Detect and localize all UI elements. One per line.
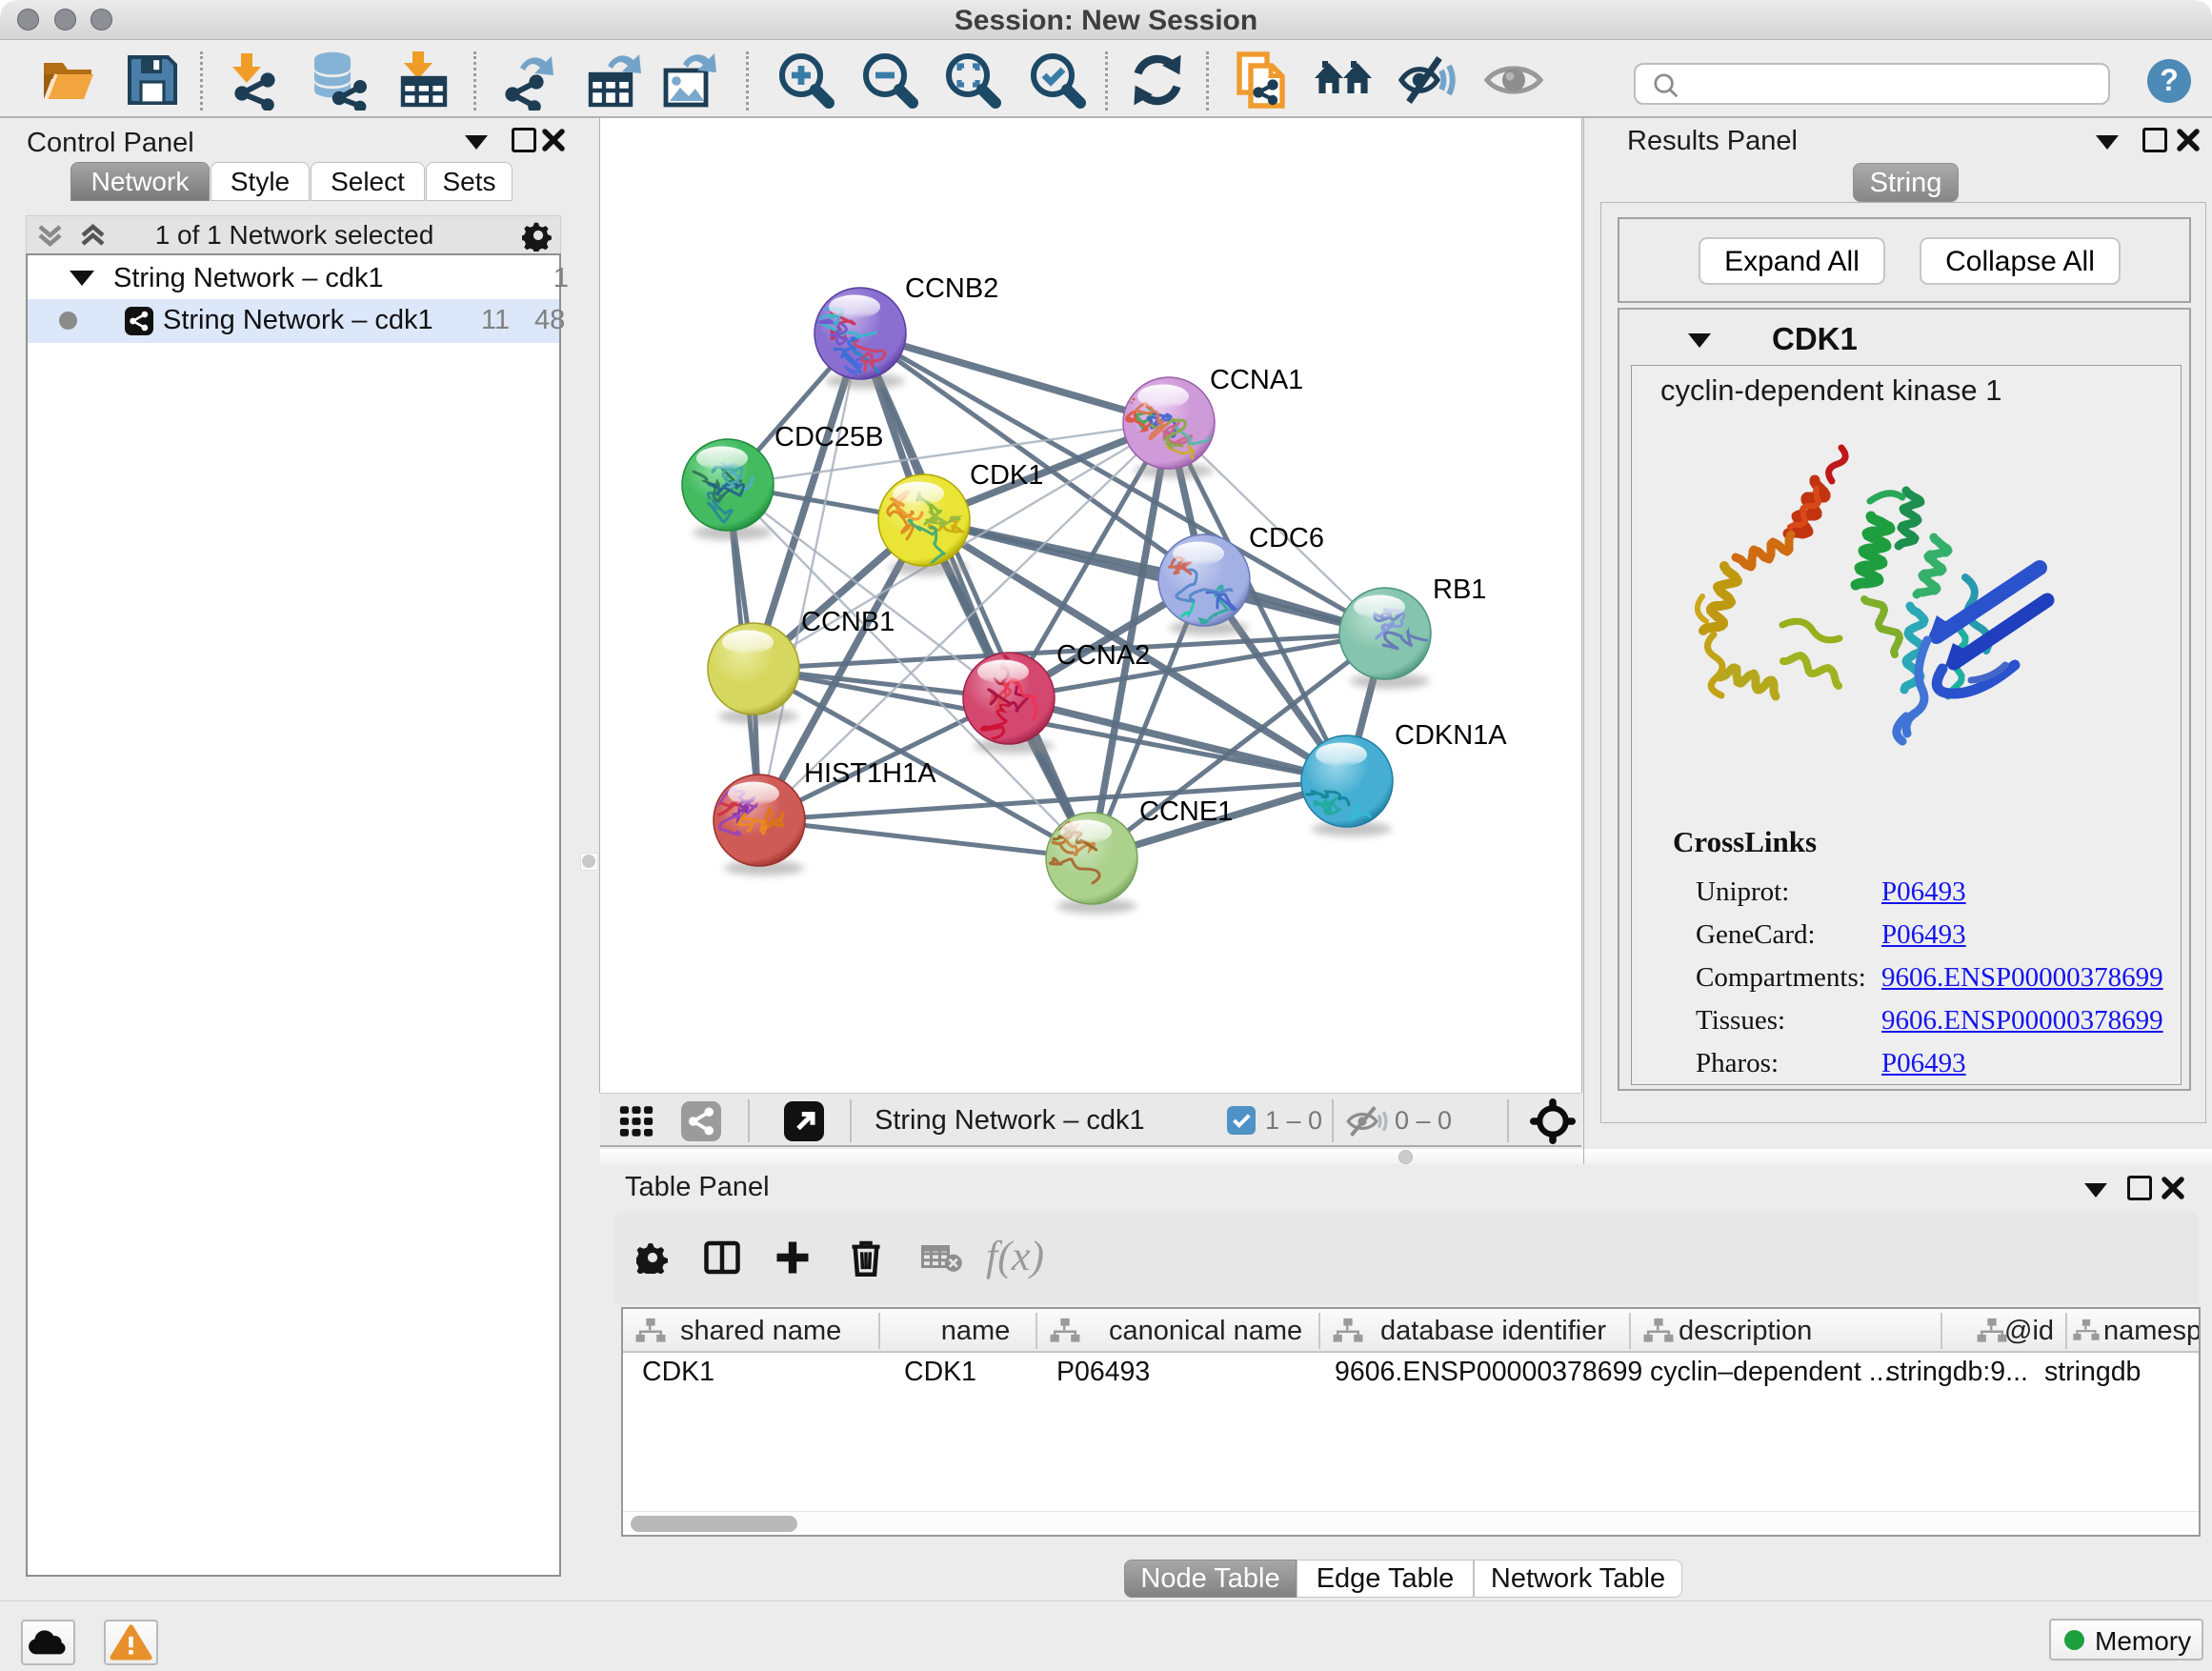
svg-text:CDKN1A: CDKN1A	[1395, 720, 1507, 751]
svg-text:CCNA2: CCNA2	[1056, 640, 1150, 671]
svg-text:CCNA1: CCNA1	[1210, 365, 1303, 395]
svg-text:CDK1: CDK1	[970, 460, 1043, 491]
svg-text:CDC6: CDC6	[1249, 523, 1324, 554]
svg-text:RB1: RB1	[1433, 574, 1486, 605]
svg-text:CCNB1: CCNB1	[801, 607, 895, 637]
svg-text:CCNB2: CCNB2	[905, 273, 998, 304]
svg-text:CDC25B: CDC25B	[774, 422, 883, 453]
svg-text:CCNE1: CCNE1	[1139, 796, 1233, 827]
svg-text:HIST1H1A: HIST1H1A	[804, 758, 936, 789]
